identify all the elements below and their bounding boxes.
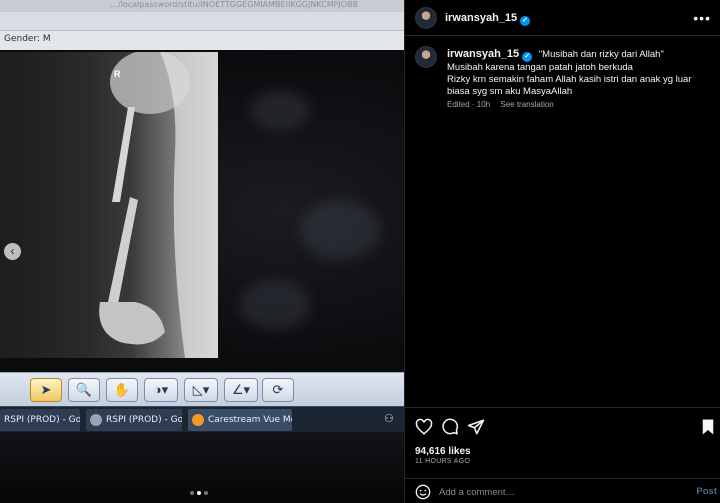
verified-badge-icon: ✓ xyxy=(522,52,533,62)
side-marker: R xyxy=(114,69,121,79)
post-timestamp: 11 HOURS AGO xyxy=(415,458,471,465)
gender-field: Gender: M xyxy=(4,34,51,44)
save-bookmark-icon[interactable] xyxy=(701,418,715,436)
caption-line-1: "Musibah dan rizky dari Allah" xyxy=(538,49,664,60)
post-header: irwansyah_15 ✓ ••• xyxy=(405,0,720,36)
xray-image: R xyxy=(0,52,218,358)
pointer-icon[interactable]: ➤ xyxy=(30,378,62,402)
browser-url-fragment: …/localpassword/stitu/INOETTGGEGMIAMBEII… xyxy=(0,0,404,12)
viewer-toolbar: ➤ 🔍 ✋ ◑▾ ◺▾ ∠▾ ⟳ xyxy=(0,372,404,406)
emoji-icon[interactable] xyxy=(415,484,431,500)
post-sidebar: irwansyah_15 ✓ ••• irwansyah_15 ✓ "Musibah… xyxy=(404,0,720,503)
like-heart-icon[interactable] xyxy=(415,418,433,436)
caption-username-text[interactable]: irwansyah_15 xyxy=(447,48,519,60)
taskbar-label: RSPI (PROD) - Goo… xyxy=(4,415,80,425)
carousel-dot xyxy=(204,491,208,495)
post-comment-button[interactable]: Post xyxy=(696,486,717,497)
carestream-icon xyxy=(192,413,204,426)
browser-icon xyxy=(90,413,102,426)
post-photo[interactable]: …/localpassword/stitu/INOETTGGEGMIAMBEII… xyxy=(0,0,404,503)
carousel-prev-button[interactable]: ‹ xyxy=(4,243,21,260)
rotate-icon[interactable]: ⟳ xyxy=(262,378,294,402)
windows-taskbar: RSPI (PROD) - Goo… RSPI (PROD) - Goo… Ca… xyxy=(0,406,404,432)
verified-badge-icon: ✓ xyxy=(520,16,531,26)
taskbar-item[interactable]: RSPI (PROD) - Goo… xyxy=(86,409,182,431)
post-caption: irwansyah_15 ✓ "Musibah dan rizky dari Al… xyxy=(447,48,709,98)
zoom-icon[interactable]: 🔍 xyxy=(68,378,100,402)
comment-bar: Post xyxy=(405,478,720,503)
header-username[interactable]: irwansyah_15 ✓ xyxy=(445,12,531,26)
caption-line-3: Rizky krn semakin faham Allah kasih istr… xyxy=(447,74,692,97)
post-actions: 94,616 likes 11 HOURS AGO Post xyxy=(405,407,720,503)
carousel-dots xyxy=(190,491,208,495)
share-icon[interactable] xyxy=(467,418,485,436)
caption-username[interactable]: irwansyah_15 ✓ xyxy=(447,48,533,62)
taskbar-label: Carestream Vue Mo… xyxy=(208,415,292,425)
gender-label: Gender: xyxy=(4,34,41,44)
comment-input[interactable] xyxy=(439,483,679,501)
edited-time: Edited · 10h xyxy=(447,100,491,109)
carousel-dot xyxy=(190,491,194,495)
hand-icon[interactable]: ✋ xyxy=(106,378,138,402)
taskbar-label: RSPI (PROD) - Goo… xyxy=(106,415,182,425)
taskbar-item[interactable]: Carestream Vue Mo… xyxy=(188,409,292,431)
likes-count[interactable]: 94,616 likes xyxy=(415,446,471,457)
avatar[interactable] xyxy=(415,7,437,29)
angle-icon[interactable]: ∠▾ xyxy=(224,378,258,402)
see-translation-link[interactable]: See translation xyxy=(500,100,553,109)
gender-value: M xyxy=(42,34,51,44)
taskbar-item[interactable]: RSPI (PROD) - Goo… xyxy=(0,409,80,431)
comment-icon[interactable] xyxy=(441,418,459,436)
measure-icon[interactable]: ◺▾ xyxy=(184,378,218,402)
caption-line-2: Musibah karena tangan patah jatoh berkud… xyxy=(447,62,633,73)
patient-info-bar xyxy=(0,30,404,50)
people-icon[interactable]: ⚇ xyxy=(384,412,398,426)
carousel-dot-active xyxy=(197,491,201,495)
username-link[interactable]: irwansyah_15 xyxy=(445,12,517,24)
more-options-icon[interactable]: ••• xyxy=(693,10,711,26)
caption-avatar[interactable] xyxy=(415,46,437,68)
caption-meta: Edited · 10h See translation xyxy=(447,100,562,109)
contrast-icon[interactable]: ◑▾ xyxy=(144,378,178,402)
